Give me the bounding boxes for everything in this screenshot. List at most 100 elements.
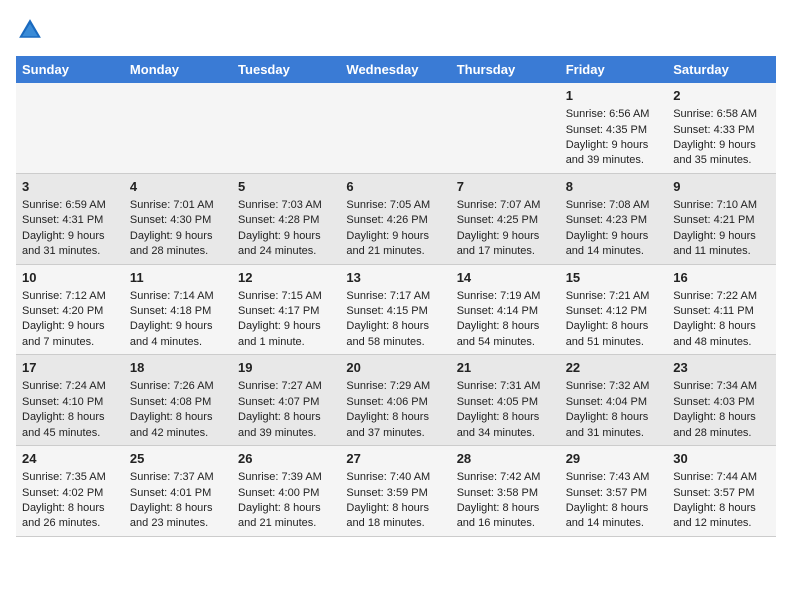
day-number: 10 bbox=[22, 269, 118, 287]
daylight-hours: Daylight: 8 hours and 58 minutes. bbox=[346, 320, 429, 347]
day-number: 28 bbox=[457, 450, 554, 468]
sunrise: Sunrise: 7:40 AM bbox=[346, 471, 430, 483]
day-cell: 21Sunrise: 7:31 AMSunset: 4:05 PMDayligh… bbox=[451, 355, 560, 446]
sunrise: Sunrise: 7:44 AM bbox=[673, 471, 757, 483]
day-cell: 2 Sunrise: 6:58 AM Sunset: 4:33 PM Daylight… bbox=[667, 83, 776, 173]
sunset: Sunset: 4:01 PM bbox=[130, 487, 211, 499]
sunrise: Sunrise: 7:07 AM bbox=[457, 199, 541, 211]
day-number: 27 bbox=[346, 450, 444, 468]
sunset: Sunset: 4:17 PM bbox=[238, 305, 319, 317]
col-header-saturday: Saturday bbox=[667, 56, 776, 83]
daylight-hours: Daylight: 8 hours and 16 minutes. bbox=[457, 502, 540, 529]
day-number: 26 bbox=[238, 450, 334, 468]
daylight-hours: Daylight: 8 hours and 26 minutes. bbox=[22, 502, 105, 529]
daylight-hours: Daylight: 9 hours and 4 minutes. bbox=[130, 320, 213, 347]
day-cell: 23Sunrise: 7:34 AMSunset: 4:03 PMDayligh… bbox=[667, 355, 776, 446]
sunrise: Sunrise: 7:15 AM bbox=[238, 290, 322, 302]
sunrise: Sunrise: 7:05 AM bbox=[346, 199, 430, 211]
week-row-2: 3Sunrise: 6:59 AMSunset: 4:31 PMDaylight… bbox=[16, 173, 776, 264]
daylight-hours: Daylight: 8 hours and 34 minutes. bbox=[457, 411, 540, 438]
logo-icon bbox=[16, 16, 44, 44]
col-header-friday: Friday bbox=[560, 56, 668, 83]
day-number: 2 bbox=[673, 87, 770, 105]
sunset: Sunset: 4:15 PM bbox=[346, 305, 427, 317]
sunrise: Sunrise: 7:37 AM bbox=[130, 471, 214, 483]
calendar-header-row: SundayMondayTuesdayWednesdayThursdayFrid… bbox=[16, 56, 776, 83]
day-cell bbox=[232, 83, 340, 173]
day-cell: 24 Sunrise: 7:35 AM Sunset: 4:02 PM Dayligh… bbox=[16, 446, 124, 537]
day-cell: 27Sunrise: 7:40 AMSunset: 3:59 PMDayligh… bbox=[340, 446, 450, 537]
sunset: Sunset: 4:02 PM bbox=[22, 487, 103, 499]
sunrise: Sunrise: 7:22 AM bbox=[673, 290, 757, 302]
daylight-hours: Daylight: 9 hours and 7 minutes. bbox=[22, 320, 105, 347]
col-header-tuesday: Tuesday bbox=[232, 56, 340, 83]
sunset: Sunset: 4:08 PM bbox=[130, 396, 211, 408]
daylight-hours: Daylight: 9 hours and 1 minute. bbox=[238, 320, 321, 347]
day-number: 6 bbox=[346, 178, 444, 196]
sunrise: Sunrise: 7:35 AM bbox=[22, 471, 106, 483]
col-header-thursday: Thursday bbox=[451, 56, 560, 83]
daylight-hours: Daylight: 9 hours and 28 minutes. bbox=[130, 230, 213, 257]
sunset: Sunset: 4:07 PM bbox=[238, 396, 319, 408]
day-cell: 16Sunrise: 7:22 AMSunset: 4:11 PMDayligh… bbox=[667, 264, 776, 355]
sunrise: Sunrise: 7:42 AM bbox=[457, 471, 541, 483]
sunset: Sunset: 4:23 PM bbox=[566, 214, 647, 226]
sunrise: Sunrise: 7:43 AM bbox=[566, 471, 650, 483]
daylight-hours: Daylight: 8 hours and 39 minutes. bbox=[238, 411, 321, 438]
day-number: 13 bbox=[346, 269, 444, 287]
sunrise: Sunrise: 6:59 AM bbox=[22, 199, 106, 211]
sunset: Sunset: 4:03 PM bbox=[673, 396, 754, 408]
day-cell: 9Sunrise: 7:10 AMSunset: 4:21 PMDaylight… bbox=[667, 173, 776, 264]
daylight-hours: Daylight: 8 hours and 21 minutes. bbox=[238, 502, 321, 529]
sunset: Sunset: 4:33 PM bbox=[673, 124, 754, 136]
day-number: 11 bbox=[130, 269, 226, 287]
week-row-5: 24 Sunrise: 7:35 AM Sunset: 4:02 PM Dayligh… bbox=[16, 446, 776, 537]
daylight-hours: Daylight: 9 hours and 17 minutes. bbox=[457, 230, 540, 257]
sunrise: Sunrise: 7:34 AM bbox=[673, 380, 757, 392]
sunset: Sunset: 4:14 PM bbox=[457, 305, 538, 317]
day-cell: 14Sunrise: 7:19 AMSunset: 4:14 PMDayligh… bbox=[451, 264, 560, 355]
day-number: 25 bbox=[130, 450, 226, 468]
day-number: 14 bbox=[457, 269, 554, 287]
day-number: 1 bbox=[566, 87, 662, 105]
daylight-hours: Daylight: 9 hours and 21 minutes. bbox=[346, 230, 429, 257]
logo bbox=[16, 16, 48, 44]
sunset: Sunset: 4:20 PM bbox=[22, 305, 103, 317]
sunset: Sunset: 4:00 PM bbox=[238, 487, 319, 499]
sunset: Sunset: 4:11 PM bbox=[673, 305, 754, 317]
daylight-hours: Daylight: 8 hours and 28 minutes. bbox=[673, 411, 756, 438]
daylight-hours: Daylight: 9 hours and 31 minutes. bbox=[22, 230, 105, 257]
sunset: Sunset: 3:59 PM bbox=[346, 487, 427, 499]
daylight-hours: Daylight: 8 hours and 48 minutes. bbox=[673, 320, 756, 347]
day-cell: 17Sunrise: 7:24 AMSunset: 4:10 PMDayligh… bbox=[16, 355, 124, 446]
daylight-hours: Daylight: 8 hours and 51 minutes. bbox=[566, 320, 649, 347]
sunrise: Sunrise: 7:19 AM bbox=[457, 290, 541, 302]
sunset: Sunset: 4:31 PM bbox=[22, 214, 103, 226]
calendar-table: SundayMondayTuesdayWednesdayThursdayFrid… bbox=[16, 56, 776, 537]
sunset: Sunset: 4:21 PM bbox=[673, 214, 754, 226]
sunrise: Sunrise: 7:32 AM bbox=[566, 380, 650, 392]
day-cell: 26Sunrise: 7:39 AMSunset: 4:00 PMDayligh… bbox=[232, 446, 340, 537]
day-number: 5 bbox=[238, 178, 334, 196]
sunrise: Sunrise: 7:26 AM bbox=[130, 380, 214, 392]
day-cell: 10Sunrise: 7:12 AMSunset: 4:20 PMDayligh… bbox=[16, 264, 124, 355]
sunrise: Sunrise: 6:58 AM bbox=[673, 108, 757, 120]
sunset: Sunset: 4:25 PM bbox=[457, 214, 538, 226]
sunset: Sunset: 4:35 PM bbox=[566, 124, 647, 136]
day-number: 9 bbox=[673, 178, 770, 196]
day-cell bbox=[124, 83, 232, 173]
day-cell: 19Sunrise: 7:27 AMSunset: 4:07 PMDayligh… bbox=[232, 355, 340, 446]
sunset: Sunset: 3:57 PM bbox=[673, 487, 754, 499]
day-cell: 4Sunrise: 7:01 AMSunset: 4:30 PMDaylight… bbox=[124, 173, 232, 264]
sunset: Sunset: 4:04 PM bbox=[566, 396, 647, 408]
day-number: 24 bbox=[22, 450, 118, 468]
daylight-hours: Daylight: 9 hours and 35 minutes. bbox=[673, 139, 756, 166]
col-header-sunday: Sunday bbox=[16, 56, 124, 83]
day-cell: 12 Sunrise: 7:15 AM Sunset: 4:17 PM Dayligh… bbox=[232, 264, 340, 355]
day-cell bbox=[16, 83, 124, 173]
day-number: 12 bbox=[238, 269, 334, 287]
week-row-4: 17Sunrise: 7:24 AMSunset: 4:10 PMDayligh… bbox=[16, 355, 776, 446]
day-cell: 3Sunrise: 6:59 AMSunset: 4:31 PMDaylight… bbox=[16, 173, 124, 264]
day-cell bbox=[451, 83, 560, 173]
sunset: Sunset: 4:12 PM bbox=[566, 305, 647, 317]
